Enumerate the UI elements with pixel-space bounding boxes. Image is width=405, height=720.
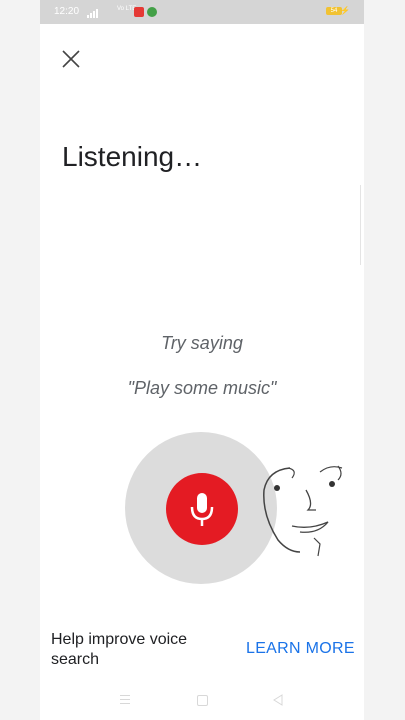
learn-more-link[interactable]: LEARN MORE xyxy=(246,640,355,658)
left-background xyxy=(0,0,40,720)
back-nav-icon[interactable] xyxy=(272,694,284,706)
edge-panel-handle xyxy=(360,185,364,265)
signal-icon xyxy=(87,7,99,18)
close-icon xyxy=(62,50,80,68)
right-background xyxy=(364,0,405,720)
status-bar: 12:20 Vo LTE 54 ⚡ xyxy=(40,0,364,24)
try-saying-label: Try saying xyxy=(161,333,243,353)
listening-status: Listening… xyxy=(62,141,203,172)
youtube-notification-icon xyxy=(134,7,144,17)
recents-nav-icon[interactable] xyxy=(120,695,130,707)
close-button[interactable] xyxy=(60,48,82,70)
phone-screen: 12:20 Vo LTE 54 ⚡ Listening… Try saying … xyxy=(40,0,364,720)
microphone-icon xyxy=(190,493,214,526)
app-notification-icon xyxy=(147,7,157,17)
suggestion-text: "Play some music" xyxy=(127,378,277,398)
status-time: 12:20 xyxy=(54,6,80,17)
help-improve-text: Help improve voice search xyxy=(51,631,188,668)
doodle-face-icon xyxy=(263,465,343,557)
navigation-bar xyxy=(40,690,364,714)
home-nav-icon[interactable] xyxy=(197,695,208,706)
charging-icon: ⚡ xyxy=(340,6,350,15)
mic-button[interactable] xyxy=(166,473,238,545)
